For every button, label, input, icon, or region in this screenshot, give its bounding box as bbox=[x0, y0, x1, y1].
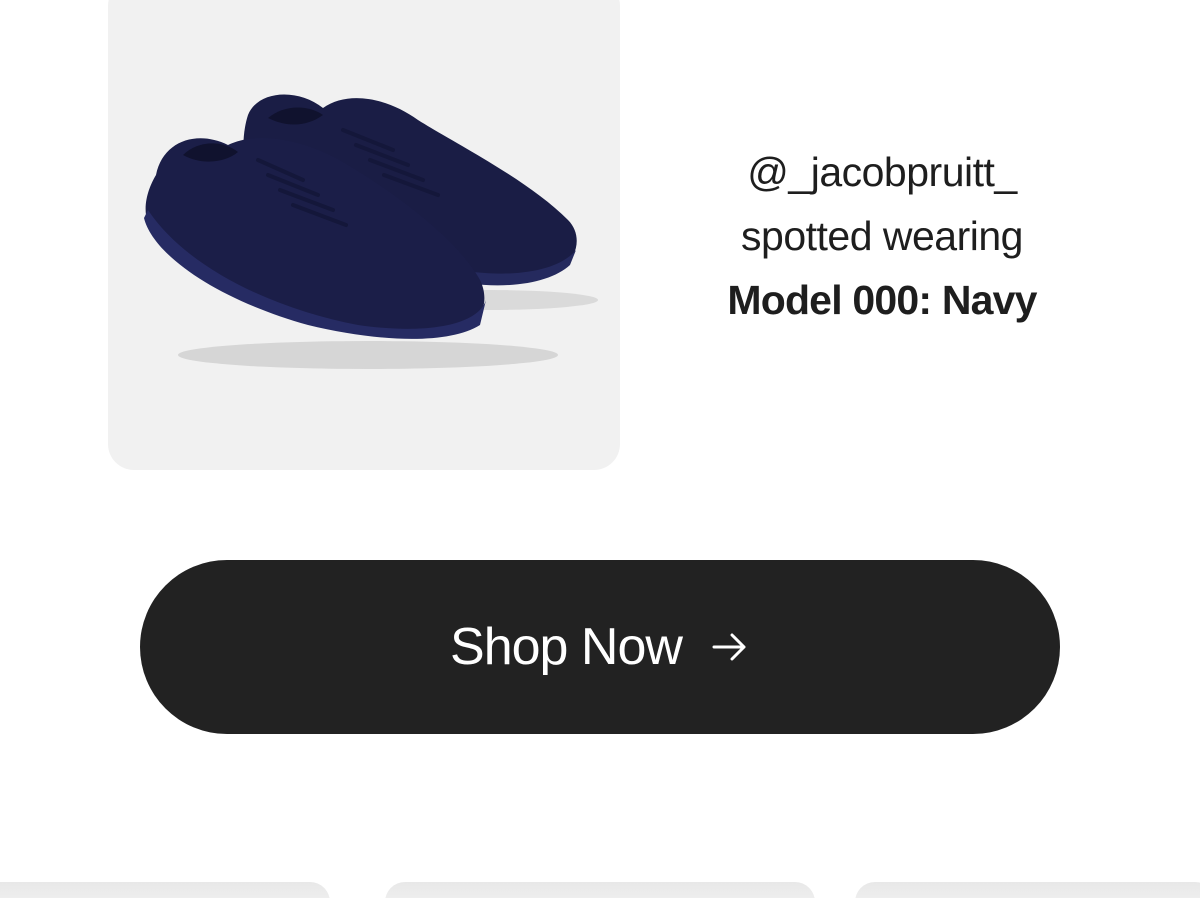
next-section-preview bbox=[0, 872, 1200, 898]
instagram-handle: @_jacobpruitt_ bbox=[747, 149, 1017, 195]
preview-card bbox=[0, 882, 330, 898]
product-image-card[interactable] bbox=[108, 0, 620, 470]
spotted-text: spotted wearing bbox=[741, 213, 1023, 259]
shop-now-label: Shop Now bbox=[450, 618, 683, 676]
product-name[interactable]: Model 000: Navy bbox=[700, 268, 1064, 332]
preview-card bbox=[385, 882, 815, 898]
arrow-right-icon bbox=[710, 627, 750, 667]
page: @_jacobpruitt_ spotted wearing Model 000… bbox=[0, 0, 1200, 898]
spotted-caption: @_jacobpruitt_ spotted wearing Model 000… bbox=[700, 140, 1064, 332]
shop-now-button[interactable]: Shop Now bbox=[140, 560, 1060, 734]
sneakers-image bbox=[144, 94, 598, 369]
preview-card bbox=[855, 882, 1200, 898]
